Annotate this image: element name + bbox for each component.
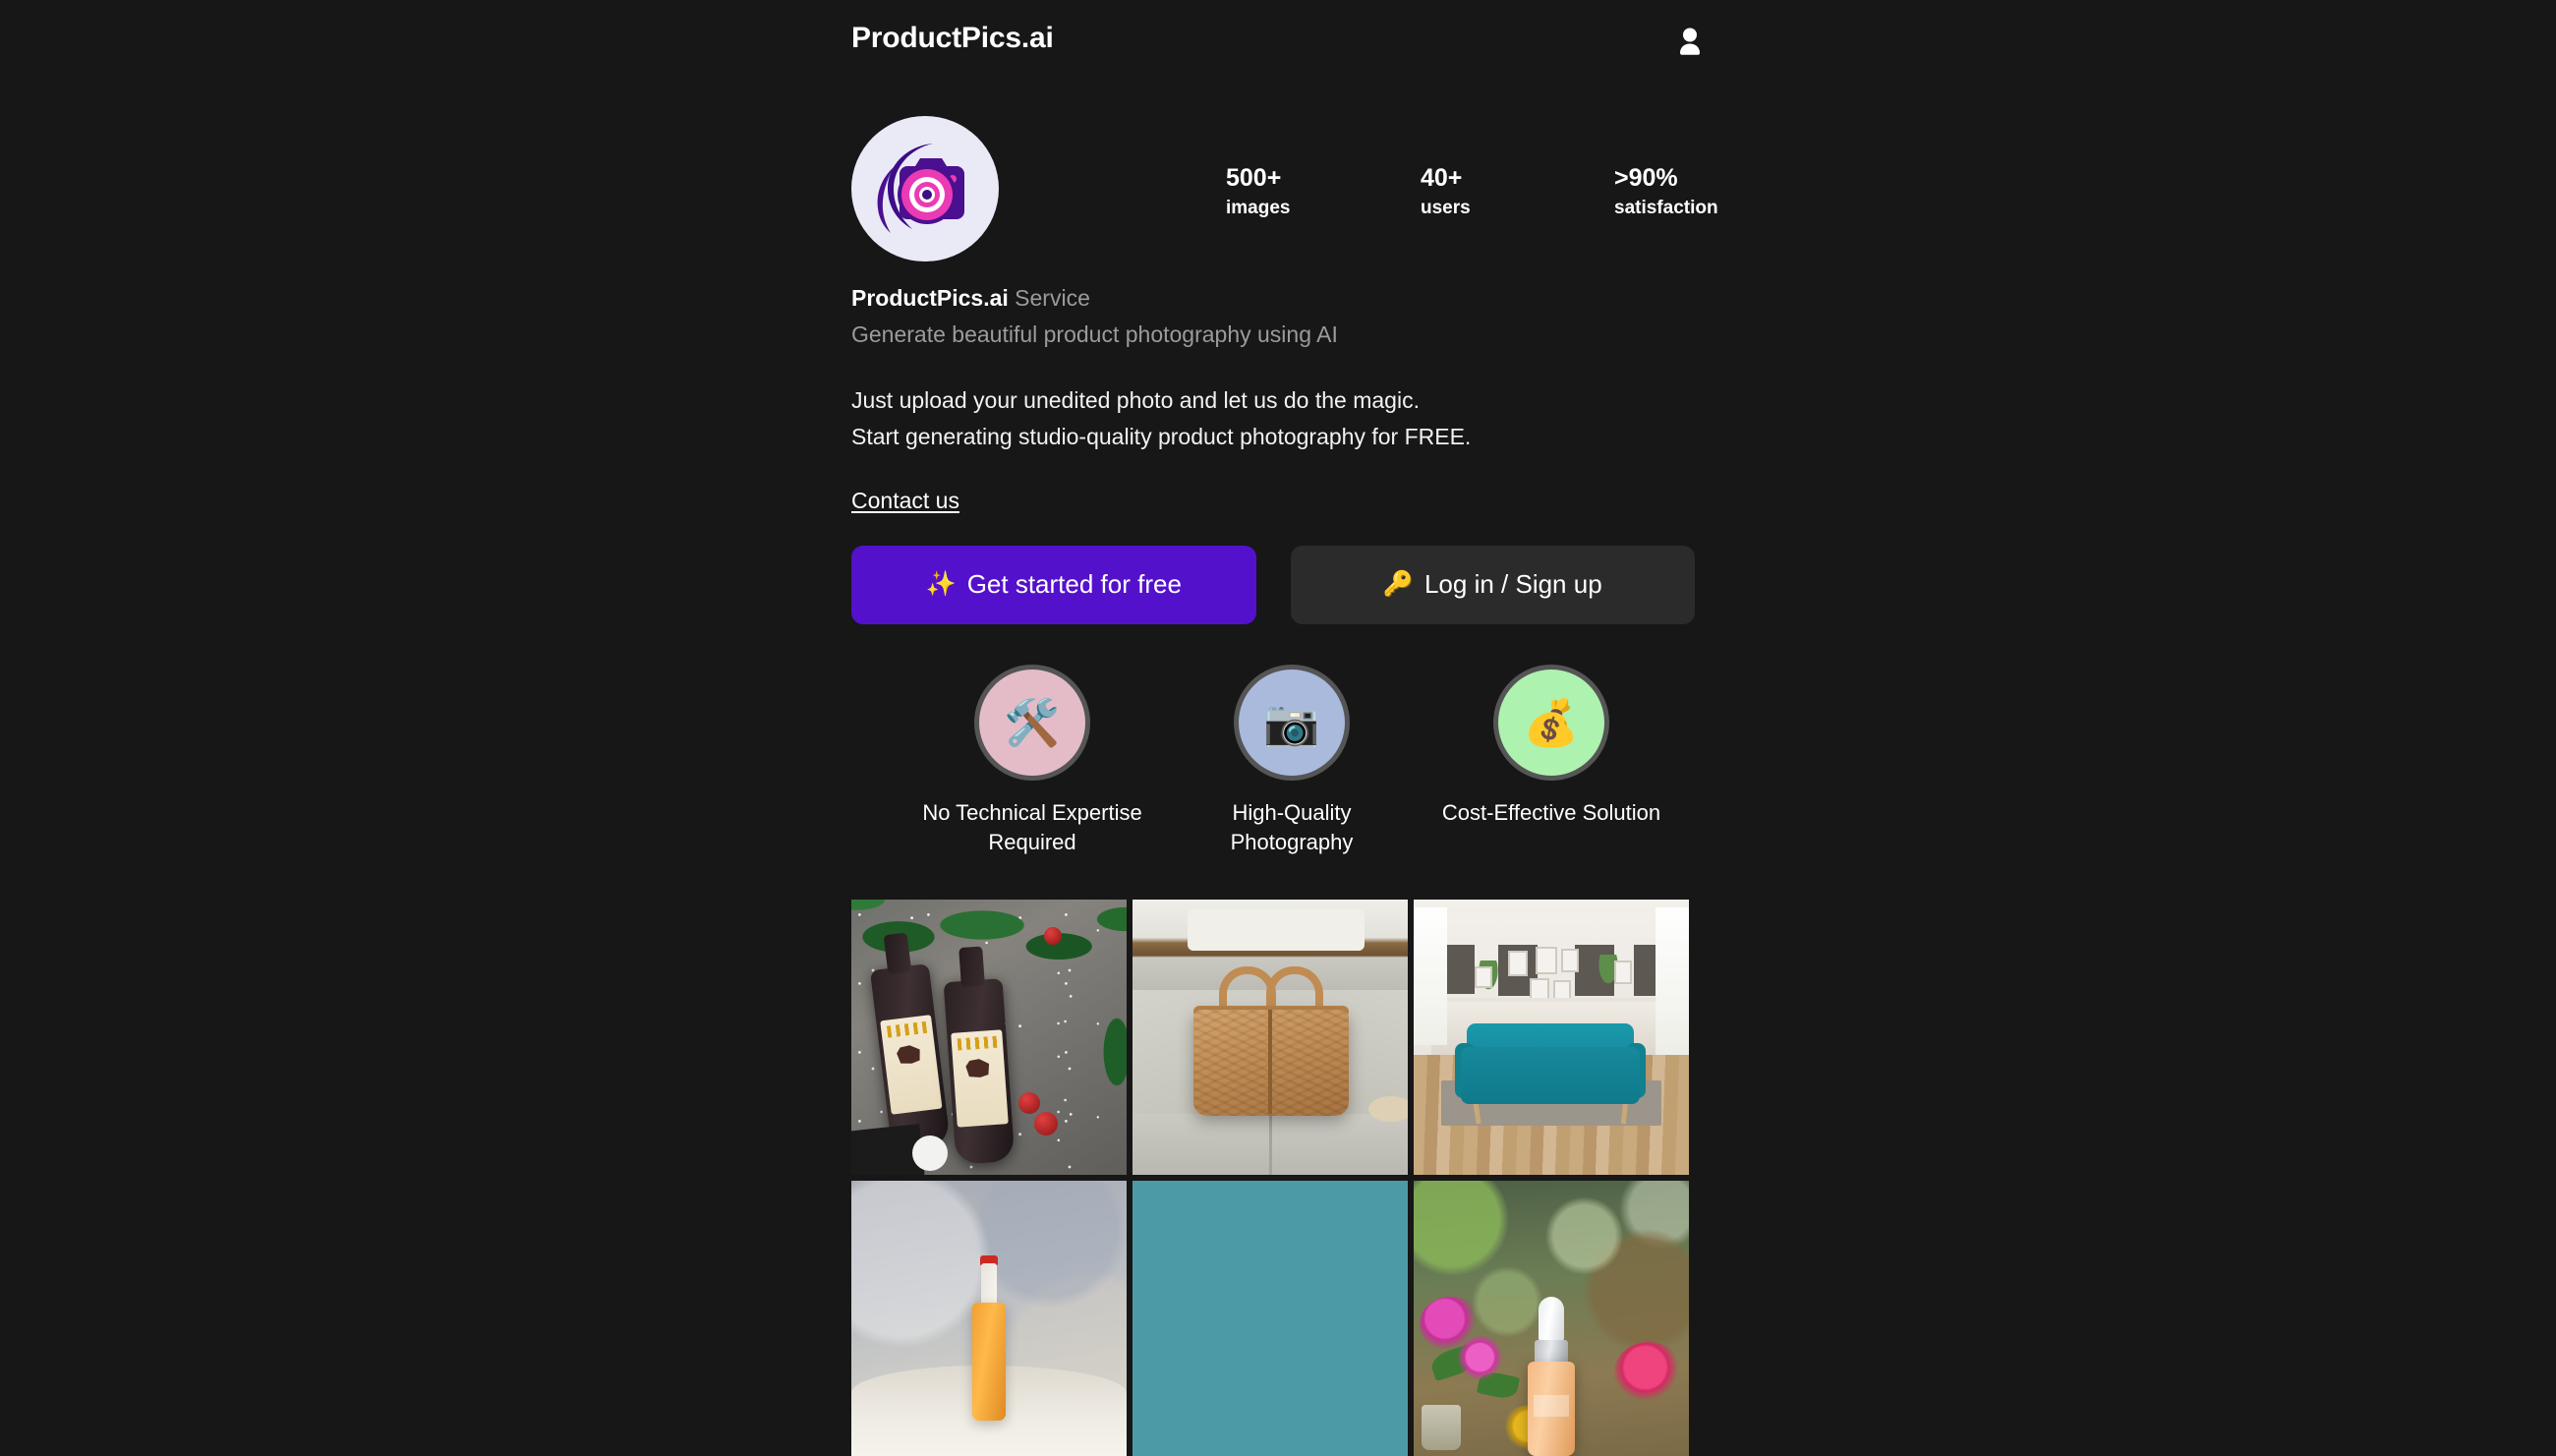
contact-us-link[interactable]: Contact us: [851, 488, 959, 514]
service-suffix: Service: [1008, 285, 1090, 311]
user-avatar-icon: [1680, 28, 1700, 55]
feature-circle: 💰: [1493, 664, 1609, 781]
camera-logo-icon: [877, 144, 964, 233]
service-tagline: Generate beautiful product photography u…: [851, 321, 1338, 348]
sparkles-icon: ✨: [925, 570, 957, 599]
service-name: ProductPics.ai: [851, 285, 1009, 311]
service-heading: ProductPics.ai Service: [851, 283, 1695, 314]
feature-circle: 🛠️: [974, 664, 1090, 781]
body-copy-line-1: Just upload your unedited photo and let …: [851, 387, 1420, 414]
gallery-tile-orange-bottle-snow[interactable]: [851, 1180, 1127, 1456]
gallery-tile-teal-placeholder[interactable]: [1133, 1180, 1408, 1456]
profile-stats-row: 500+ images 40+ users >90% satisfaction: [851, 116, 1718, 262]
get-started-button-label: Get started for free: [966, 569, 1182, 600]
user-avatar-button[interactable]: [1671, 22, 1709, 61]
logo-circle: [851, 116, 999, 262]
feature-label: No Technical Expertise Required: [922, 799, 1142, 854]
gallery-tile-leather-bag-sofa[interactable]: [1133, 899, 1408, 1175]
gallery-tile-wine-bottles-christmas[interactable]: [851, 899, 1127, 1175]
gallery-tile-teal-sofa-living-room[interactable]: [1414, 899, 1689, 1175]
logo-container: [851, 116, 999, 262]
tools-icon: 🛠️: [1004, 696, 1061, 748]
cta-button-row: ✨ Get started for free 🔑 Log in / Sign u…: [851, 545, 1695, 624]
get-started-button[interactable]: ✨ Get started for free: [851, 545, 1256, 624]
page-title: ProductPics.ai: [851, 22, 1054, 54]
feature-label: High-Quality Photography: [1230, 799, 1354, 854]
key-icon: 🔑: [1382, 570, 1414, 599]
gallery-tile-serum-dropper-flowers[interactable]: [1414, 1180, 1689, 1456]
body-copy: Just upload your unedited photo and let …: [851, 382, 1695, 456]
sample-gallery: [851, 899, 1695, 1456]
main-content: 500+ images 40+ users >90% satisfaction …: [851, 116, 1718, 1456]
money-bag-icon: 💰: [1523, 696, 1580, 748]
login-signup-button-label: Log in / Sign up: [1423, 569, 1602, 600]
app-header: ProductPics.ai: [0, 0, 2556, 90]
login-signup-button[interactable]: 🔑 Log in / Sign up: [1290, 545, 1695, 624]
feature-item-cost-effective-solution: 💰 Cost-Effective Solution: [1422, 664, 1681, 857]
feature-label: Cost-Effective Solution: [1441, 799, 1661, 825]
stats-row: 500+ images 40+ users >90% satisfaction: [1226, 164, 1718, 218]
feature-circle: 📷: [1234, 664, 1350, 781]
camera-icon: 📷: [1263, 696, 1320, 748]
feature-row: 🛠️ No Technical Expertise Required 📷 Hig…: [851, 664, 1695, 857]
body-copy-line-2: Start generating studio-quality product …: [851, 424, 1472, 450]
feature-item-high-quality-photography: 📷 High-Quality Photography: [1162, 664, 1422, 857]
feature-item-no-technical-expertise: 🛠️ No Technical Expertise Required: [902, 664, 1162, 857]
